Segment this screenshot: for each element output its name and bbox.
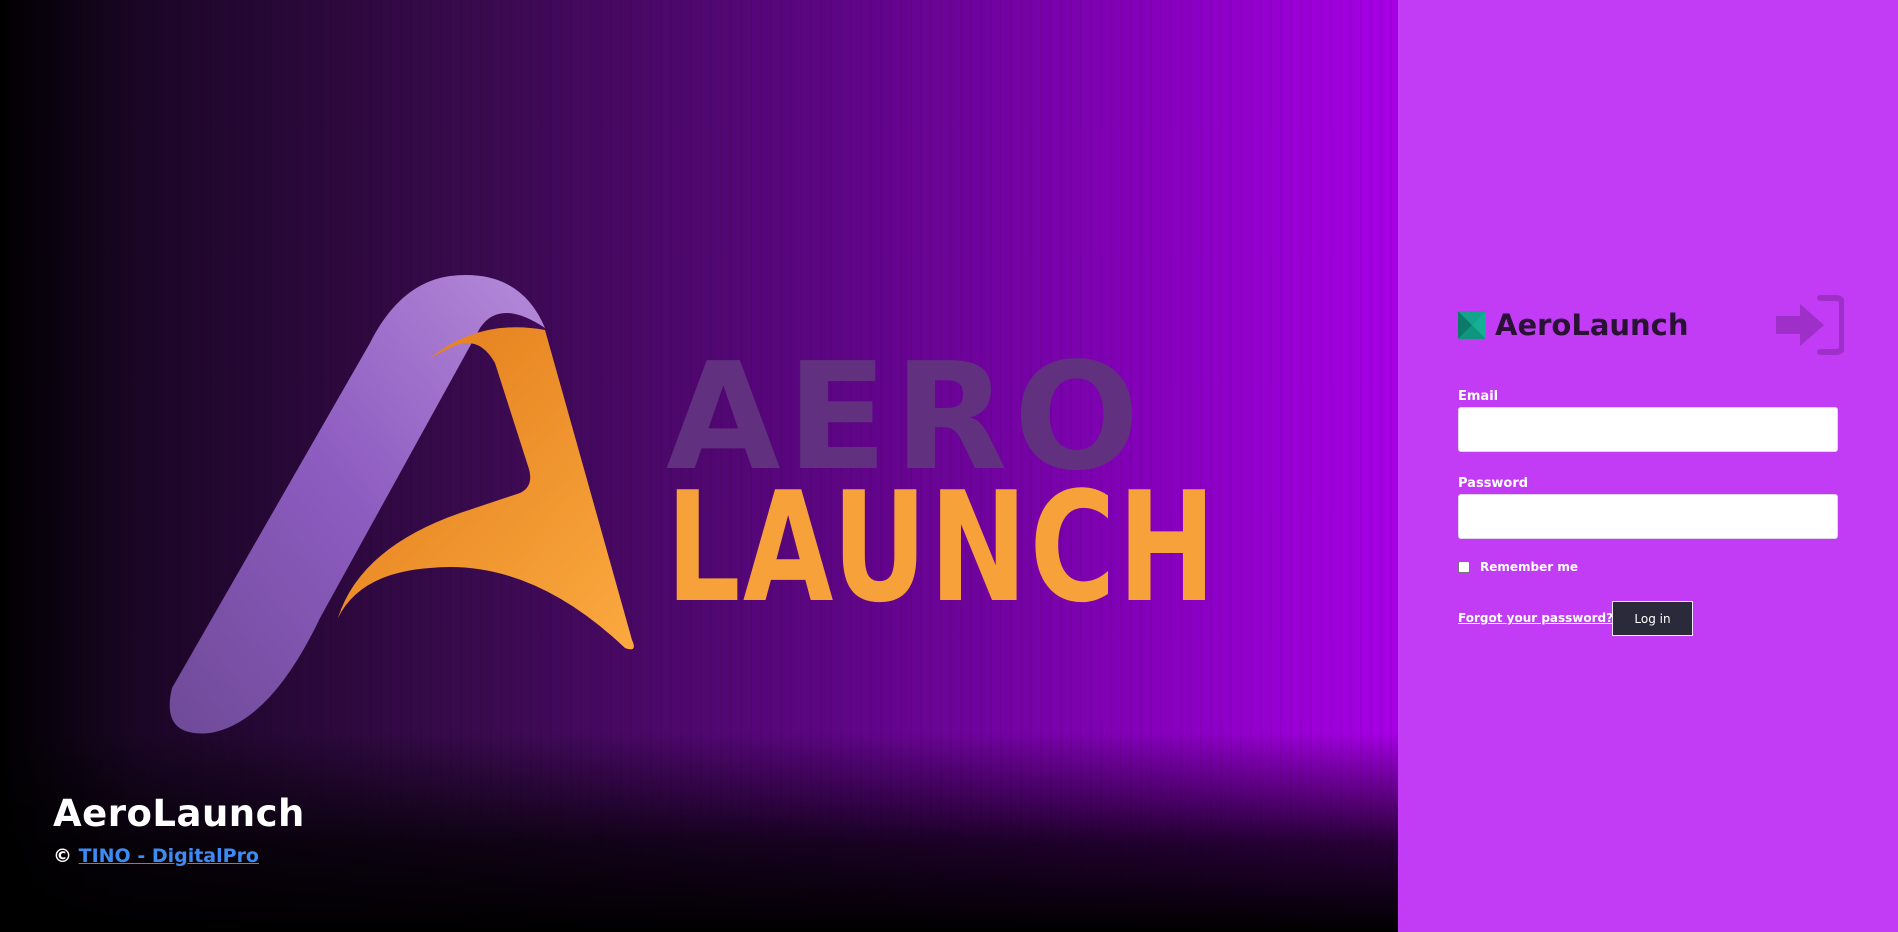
remember-me: Remember me [1458, 560, 1578, 574]
brand: AeroLaunch [1458, 308, 1689, 342]
forgot-password-link[interactable]: Forgot your password? [1458, 611, 1613, 625]
logo-word-launch: LAUNCH [666, 459, 1218, 636]
brand-name: AeroLaunch [1495, 308, 1689, 342]
remember-me-label[interactable]: Remember me [1480, 560, 1578, 574]
aerolaunch-logo-art: AERO LAUNCH [169, 275, 1218, 734]
copyright-link[interactable]: TINO - DigitalPro [79, 845, 259, 867]
login-panel: AeroLaunch Email Password Remember me Fo… [1398, 0, 1898, 932]
email-field[interactable] [1458, 407, 1838, 452]
login-button[interactable]: Log in [1612, 601, 1693, 636]
hero-caption: AeroLaunch © TINO - DigitalPro [53, 792, 305, 867]
password-field[interactable] [1458, 494, 1838, 539]
hero-banner: AERO LAUNCH AeroLaunch © TINO - DigitalP… [0, 0, 1398, 932]
hero-title: AeroLaunch [53, 792, 305, 835]
brand-logo-icon [1458, 311, 1486, 339]
email-label: Email [1458, 389, 1499, 404]
remember-me-checkbox[interactable] [1458, 561, 1470, 573]
password-label: Password [1458, 476, 1529, 491]
sign-in-icon [1776, 295, 1844, 355]
copyright-symbol: © [53, 845, 72, 867]
copyright-line: © TINO - DigitalPro [53, 845, 305, 867]
